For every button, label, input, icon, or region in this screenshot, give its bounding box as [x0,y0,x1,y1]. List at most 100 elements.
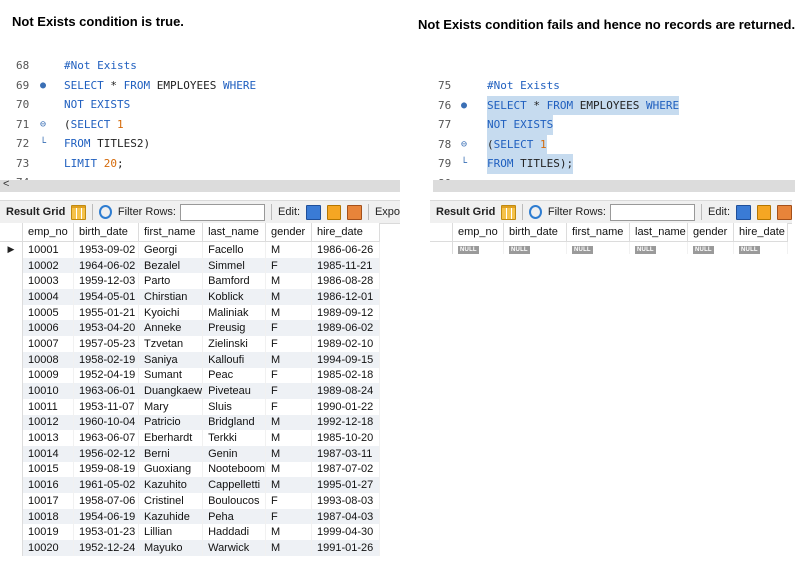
table-cell[interactable]: 1953-01-23 [73,524,139,541]
table-cell[interactable]: M [265,241,312,258]
table-row[interactable]: 10012 1960-10-04 Patricio Bridgland M 1992-12… [0,414,380,431]
table-cell[interactable]: 1953-04-20 [73,320,139,337]
table-cell[interactable]: F [265,493,312,509]
column-header-hire-date[interactable]: hire_date [311,223,380,242]
table-cell[interactable]: M [265,461,312,478]
table-cell[interactable]: Bezalel [138,257,204,274]
table-cell[interactable]: 1954-06-19 [73,508,139,525]
table-cell[interactable]: Sluis [202,398,266,415]
table-cell[interactable]: NULL [503,241,567,254]
table-row[interactable]: 10019 1953-01-23 Lillian Haddadi M 1999-04-30 [0,524,380,541]
table-cell[interactable]: Berni [138,445,204,462]
table-cell[interactable]: 1991-01-26 [311,540,380,556]
table-cell[interactable]: 1995-01-27 [311,477,380,493]
table-cell[interactable]: 1959-08-19 [73,461,139,478]
code-line[interactable]: 75 #Not Exists [433,76,800,96]
table-row[interactable]: 10007 1957-05-23 Tzvetan Zielinski F 1989-02-… [0,336,380,352]
code-line[interactable]: 68 #Not Exists [0,56,400,76]
table-row[interactable]: 10018 1954-06-19 Kazuhide Peha F 1987-04-03 [0,508,380,525]
table-cell[interactable]: 1993-08-03 [311,493,380,509]
grid-view-icon[interactable] [71,204,86,220]
table-cell[interactable]: 1989-09-12 [311,304,380,321]
table-cell[interactable]: Haddadi [202,524,266,541]
table-cell[interactable]: F [265,508,312,525]
table-cell[interactable]: 1985-10-20 [311,430,380,446]
filter-rows-input[interactable] [609,203,696,221]
table-cell[interactable]: 10004 [22,289,74,305]
table-cell[interactable]: Saniya [138,351,204,368]
table-cell[interactable]: 1958-02-19 [73,351,139,368]
table-cell[interactable]: Parto [138,273,204,290]
column-header-first-name[interactable]: first_name [138,223,204,242]
table-cell[interactable]: 1985-02-18 [311,367,380,384]
table-cell[interactable]: 1954-05-01 [73,289,139,305]
table-cell[interactable]: F [265,367,312,384]
table-cell[interactable]: F [265,320,312,337]
table-cell[interactable]: Chirstian [138,289,204,305]
fold-icon[interactable]: ⊖ [457,135,471,155]
table-cell[interactable]: 1956-02-12 [73,445,139,462]
editor-scrollbar-left[interactable]: < [0,178,400,192]
table-cell[interactable]: Lillian [138,524,204,541]
table-cell[interactable]: 1989-02-10 [311,336,380,352]
table-cell[interactable]: Zielinski [202,336,266,352]
table-cell[interactable]: 10019 [22,524,74,541]
table-cell[interactable]: M [265,524,312,541]
table-cell[interactable]: Koblick [202,289,266,305]
table-cell[interactable]: Mayuko [138,540,204,556]
sql-editor-left[interactable]: 68 #Not Exists 69 ● SELECT * FROM EMPLOYEES … [0,56,400,180]
code-line[interactable]: 72 └ FROM TITLES2) [0,134,400,154]
table-cell[interactable]: 10016 [22,477,74,493]
column-header-last-name[interactable]: last_name [202,223,266,242]
table-cell[interactable]: 10006 [22,320,74,337]
table-cell[interactable]: Anneke [138,320,204,337]
table-cell[interactable]: Simmel [202,257,266,274]
table-cell[interactable]: 1961-05-02 [73,477,139,493]
filter-refresh-icon[interactable] [528,205,542,219]
add-row-icon[interactable] [326,204,342,220]
table-cell[interactable]: Warwick [202,540,266,556]
table-cell[interactable]: Mary [138,398,204,415]
table-row[interactable]: 10010 1963-06-01 Duangkaew Piveteau F 1989-08… [0,383,380,399]
table-cell[interactable]: M [265,304,312,321]
table-cell[interactable]: 1992-12-18 [311,414,380,431]
table-cell[interactable]: Bridgland [202,414,266,431]
table-cell[interactable]: 10008 [22,351,74,368]
table-cell[interactable]: M [265,289,312,305]
table-cell[interactable]: 1986-12-01 [311,289,380,305]
table-cell[interactable]: M [265,445,312,462]
table-cell[interactable]: 10010 [22,383,74,399]
table-cell[interactable]: 1999-04-30 [311,524,380,541]
table-row[interactable]: 10005 1955-01-21 Kyoichi Maliniak M 1989-09-1… [0,304,380,321]
table-cell[interactable]: NULL [452,241,504,254]
table-row[interactable]: ▶ 10001 1953-09-02 Georgi Facello M 1986-06-26 [0,241,380,258]
table-cell[interactable]: 1958-07-06 [73,493,139,509]
table-cell[interactable]: M [265,430,312,446]
table-cell[interactable]: Eberhardt [138,430,204,446]
table-cell[interactable]: 1985-11-21 [311,257,380,274]
table-cell[interactable]: 1952-04-19 [73,367,139,384]
table-cell[interactable]: 1986-06-26 [311,241,380,258]
code-line[interactable]: 73 LIMIT 20; [0,154,400,174]
table-cell[interactable]: 10017 [22,493,74,509]
code-line[interactable]: 71 ⊖ (SELECT 1 [0,115,400,135]
table-row[interactable]: 10013 1963-06-07 Eberhardt Terkki M 1985-10-2… [0,430,380,446]
column-header-emp-no[interactable]: emp_no [22,223,74,242]
column-header-gender[interactable]: gender [265,223,312,242]
table-cell[interactable]: 1987-04-03 [311,508,380,525]
table-cell[interactable]: 10003 [22,273,74,290]
table-cell[interactable]: 1987-07-02 [311,461,380,478]
table-row[interactable]: 10009 1952-04-19 Sumant Peac F 1985-02-18 [0,367,380,384]
code-line[interactable]: 78 ⊖ (SELECT 1 [433,134,800,155]
column-header-first-name[interactable]: first_name [566,223,630,242]
delete-row-icon[interactable] [777,204,792,220]
table-cell[interactable]: 1989-08-24 [311,383,380,399]
table-row[interactable]: NULL NULL NULL NULL NULL NULL [430,241,788,254]
column-header-gender[interactable]: gender [687,223,734,242]
table-cell[interactable]: Cappelletti [202,477,266,493]
table-cell[interactable]: F [265,398,312,415]
table-cell[interactable]: Duangkaew [138,383,204,399]
table-cell[interactable]: Genin [202,445,266,462]
table-cell[interactable]: 10002 [22,257,74,274]
table-cell[interactable]: M [265,351,312,368]
